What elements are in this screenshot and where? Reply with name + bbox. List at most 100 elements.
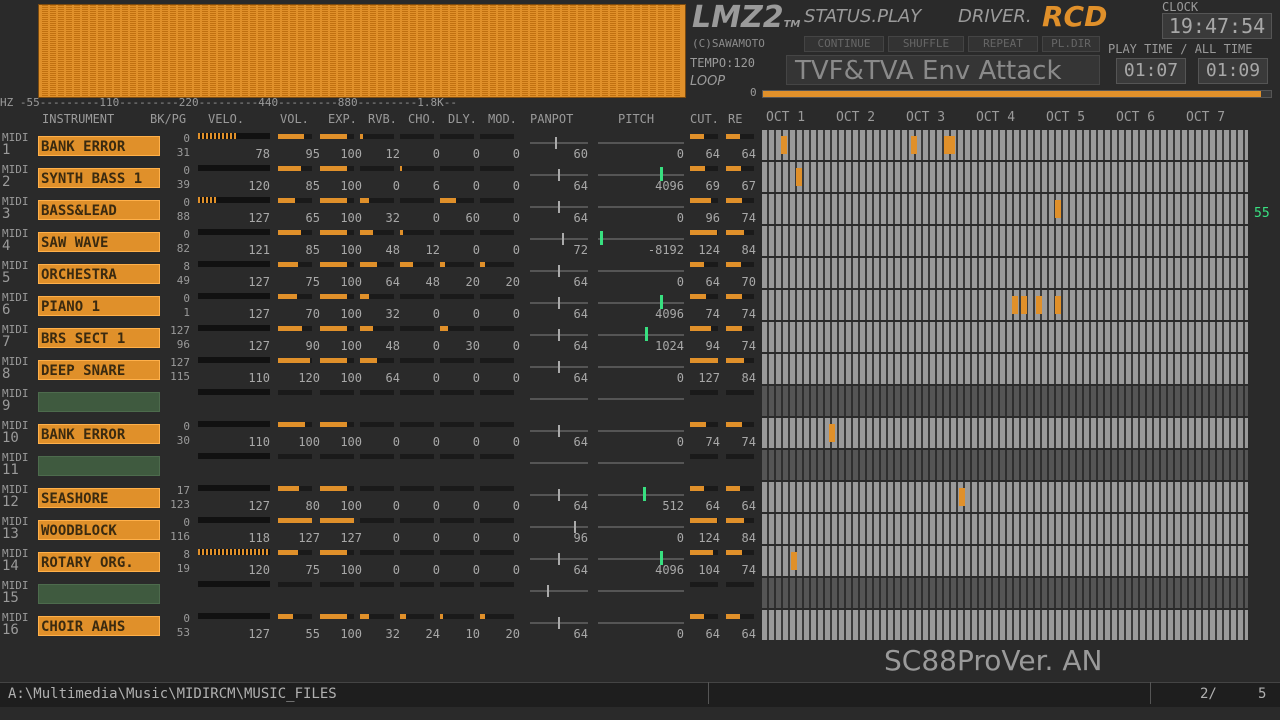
channel-row[interactable]: MIDI 9 bbox=[0, 386, 1280, 418]
channel-row[interactable]: MIDI 13 WOODBLOCK 0 116 118 127 127 0 0 0 0 96 0 124 84 bbox=[0, 514, 1280, 546]
pitch-bend-slider[interactable] bbox=[598, 231, 684, 245]
instrument-name-button[interactable]: ROTARY ORG. bbox=[38, 552, 160, 572]
channel-row[interactable]: MIDI 3 BASS&LEAD 0 88 127 65 100 32 0 60 0 64 0 96 74 bbox=[0, 194, 1280, 226]
panpot-handle[interactable] bbox=[555, 137, 557, 149]
instrument-name-button[interactable]: BANK ERROR bbox=[38, 424, 160, 444]
panpot-slider[interactable] bbox=[530, 137, 588, 149]
spectrum-cell bbox=[170, 41, 176, 42]
panpot-handle[interactable] bbox=[558, 617, 560, 629]
panpot-handle[interactable] bbox=[562, 233, 564, 245]
instrument-name-button[interactable]: BRS SECT 1 bbox=[38, 328, 160, 348]
panpot-slider[interactable] bbox=[530, 329, 588, 341]
panpot-handle[interactable] bbox=[558, 297, 560, 309]
instrument-name-button[interactable]: SYNTH BASS 1 bbox=[38, 168, 160, 188]
instrument-name-button[interactable] bbox=[38, 456, 160, 476]
midi-channel-number: 11 bbox=[2, 462, 19, 478]
pitch-bend-slider[interactable] bbox=[598, 206, 684, 208]
pitch-bend-slider[interactable] bbox=[598, 487, 684, 501]
instrument-name-button[interactable]: WOODBLOCK bbox=[38, 520, 160, 540]
panpot-slider[interactable] bbox=[530, 233, 588, 245]
pitch-bend-slider[interactable] bbox=[598, 590, 684, 592]
panpot-slider[interactable] bbox=[530, 265, 588, 277]
instrument-name-button[interactable]: DEEP SNARE bbox=[38, 360, 160, 380]
spectrum-cell bbox=[426, 55, 432, 56]
panpot-slider[interactable] bbox=[530, 361, 588, 373]
panpot-slider[interactable] bbox=[530, 462, 588, 464]
spectrum-cell bbox=[490, 23, 496, 24]
instrument-name-button[interactable] bbox=[38, 584, 160, 604]
instrument-name-button[interactable]: PIANO 1 bbox=[38, 296, 160, 316]
spectrum-cell bbox=[666, 33, 672, 34]
panpot-handle[interactable] bbox=[558, 425, 560, 437]
panpot-slider[interactable] bbox=[530, 617, 588, 629]
channel-row[interactable]: MIDI 1 BANK ERROR 0 31 78 95 100 12 0 0 0 60 0 64 64 bbox=[0, 130, 1280, 162]
panpot-handle[interactable] bbox=[558, 553, 560, 565]
pitch-bend-slider[interactable] bbox=[598, 551, 684, 565]
panpot-handle[interactable] bbox=[558, 329, 560, 341]
panpot-handle[interactable] bbox=[558, 201, 560, 213]
instrument-name-button[interactable]: CHOIR AAHS bbox=[38, 616, 160, 636]
channel-row[interactable]: MIDI 5 ORCHESTRA 8 49 127 75 100 64 48 20 20 64 0 64 70 bbox=[0, 258, 1280, 290]
panpot-slider[interactable] bbox=[530, 425, 588, 437]
pitch-bend-slider[interactable] bbox=[598, 167, 684, 181]
panpot-slider[interactable] bbox=[530, 521, 588, 533]
pitch-bend-slider[interactable] bbox=[598, 270, 684, 272]
panpot-handle[interactable] bbox=[558, 489, 560, 501]
channel-row[interactable]: MIDI 12 SEASHORE 17 123 127 80 100 0 0 0 0 64 512 64 64 bbox=[0, 482, 1280, 514]
instrument-name-button[interactable]: ORCHESTRA bbox=[38, 264, 160, 284]
channel-row[interactable]: MIDI 14 ROTARY ORG. 8 19 120 75 100 0 0 0 0 64 4096 10… bbox=[0, 546, 1280, 578]
pitch-bend-slider[interactable] bbox=[598, 366, 684, 368]
spectrum-cell bbox=[258, 69, 264, 70]
pitch-bend-slider[interactable] bbox=[598, 295, 684, 309]
pitch-bend-slider[interactable] bbox=[598, 526, 684, 528]
channel-row[interactable]: MIDI 15 bbox=[0, 578, 1280, 610]
channel-row[interactable]: MIDI 8 DEEP SNARE 127 115 110 120 100 64 0 0 0 64 0 12… bbox=[0, 354, 1280, 386]
spectrum-cell bbox=[554, 43, 560, 44]
panpot-slider[interactable] bbox=[530, 201, 588, 213]
instrument-name-button[interactable]: BASS&LEAD bbox=[38, 200, 160, 220]
spectrum-cell bbox=[138, 61, 144, 62]
song-progress-bar[interactable] bbox=[762, 90, 1272, 98]
panpot-slider[interactable] bbox=[530, 169, 588, 181]
channel-row[interactable]: MIDI 10 BANK ERROR 0 30 110 100 100 0 0 0 0 64 0 74 74 bbox=[0, 418, 1280, 450]
panpot-slider[interactable] bbox=[530, 585, 588, 597]
pitch-bend-slider[interactable] bbox=[598, 327, 684, 341]
panpot-handle[interactable] bbox=[558, 169, 560, 181]
pitch-bend-slider[interactable] bbox=[598, 462, 684, 464]
pitch-bend-slider[interactable] bbox=[598, 142, 684, 144]
spectrum-cell bbox=[202, 65, 208, 66]
spectrum-cell bbox=[386, 57, 392, 58]
instrument-name-button[interactable] bbox=[38, 392, 160, 412]
pitch-bend-slider[interactable] bbox=[598, 398, 684, 400]
instrument-name-button[interactable]: BANK ERROR bbox=[38, 136, 160, 156]
channel-row[interactable]: MIDI 4 SAW WAVE 0 82 121 85 100 48 12 0 0 72 -8192 124… bbox=[0, 226, 1280, 258]
channel-row[interactable]: MIDI 7 BRS SECT 1 127 96 127 90 100 48 0 30 0 64 1024… bbox=[0, 322, 1280, 354]
instrument-name-button[interactable]: SAW WAVE bbox=[38, 232, 160, 252]
channel-row[interactable]: MIDI 6 PIANO 1 0 1 127 70 100 32 0 0 0 64 4096 74 74 bbox=[0, 290, 1280, 322]
spectrum-cell bbox=[658, 89, 664, 90]
pitch-bend-slider[interactable] bbox=[598, 622, 684, 624]
panpot-handle[interactable] bbox=[574, 521, 576, 533]
continue-button[interactable]: CONTINUE bbox=[804, 36, 884, 52]
panpot-handle[interactable] bbox=[558, 265, 560, 277]
spectrum-cell bbox=[130, 49, 136, 50]
panpot-slider[interactable] bbox=[530, 297, 588, 309]
playlist-dir-button[interactable]: PL.DIR bbox=[1042, 36, 1100, 52]
channel-row[interactable]: MIDI 2 SYNTH BASS 1 0 39 120 85 100 0 6 0 0 64 4096 69… bbox=[0, 162, 1280, 194]
channel-row[interactable]: MIDI 16 CHOIR AAHS 0 53 127 55 100 32 24 10 20 64 0 64… bbox=[0, 610, 1280, 642]
panpot-handle[interactable] bbox=[547, 585, 549, 597]
spectrum-cell bbox=[66, 75, 72, 76]
panpot-slider[interactable] bbox=[530, 553, 588, 565]
channel-row[interactable]: MIDI 11 bbox=[0, 450, 1280, 482]
repeat-button[interactable]: REPEAT bbox=[968, 36, 1038, 52]
panpot-slider[interactable] bbox=[530, 398, 588, 400]
panpot-slider[interactable] bbox=[530, 489, 588, 501]
pitch-bend-slider[interactable] bbox=[598, 430, 684, 432]
spectrum-cell bbox=[562, 55, 568, 56]
spectrum-cell bbox=[546, 43, 552, 44]
shuffle-button[interactable]: SHUFFLE bbox=[888, 36, 964, 52]
spectrum-cell bbox=[418, 81, 424, 82]
spectrum-cell bbox=[346, 53, 352, 54]
instrument-name-button[interactable]: SEASHORE bbox=[38, 488, 160, 508]
panpot-handle[interactable] bbox=[558, 361, 560, 373]
